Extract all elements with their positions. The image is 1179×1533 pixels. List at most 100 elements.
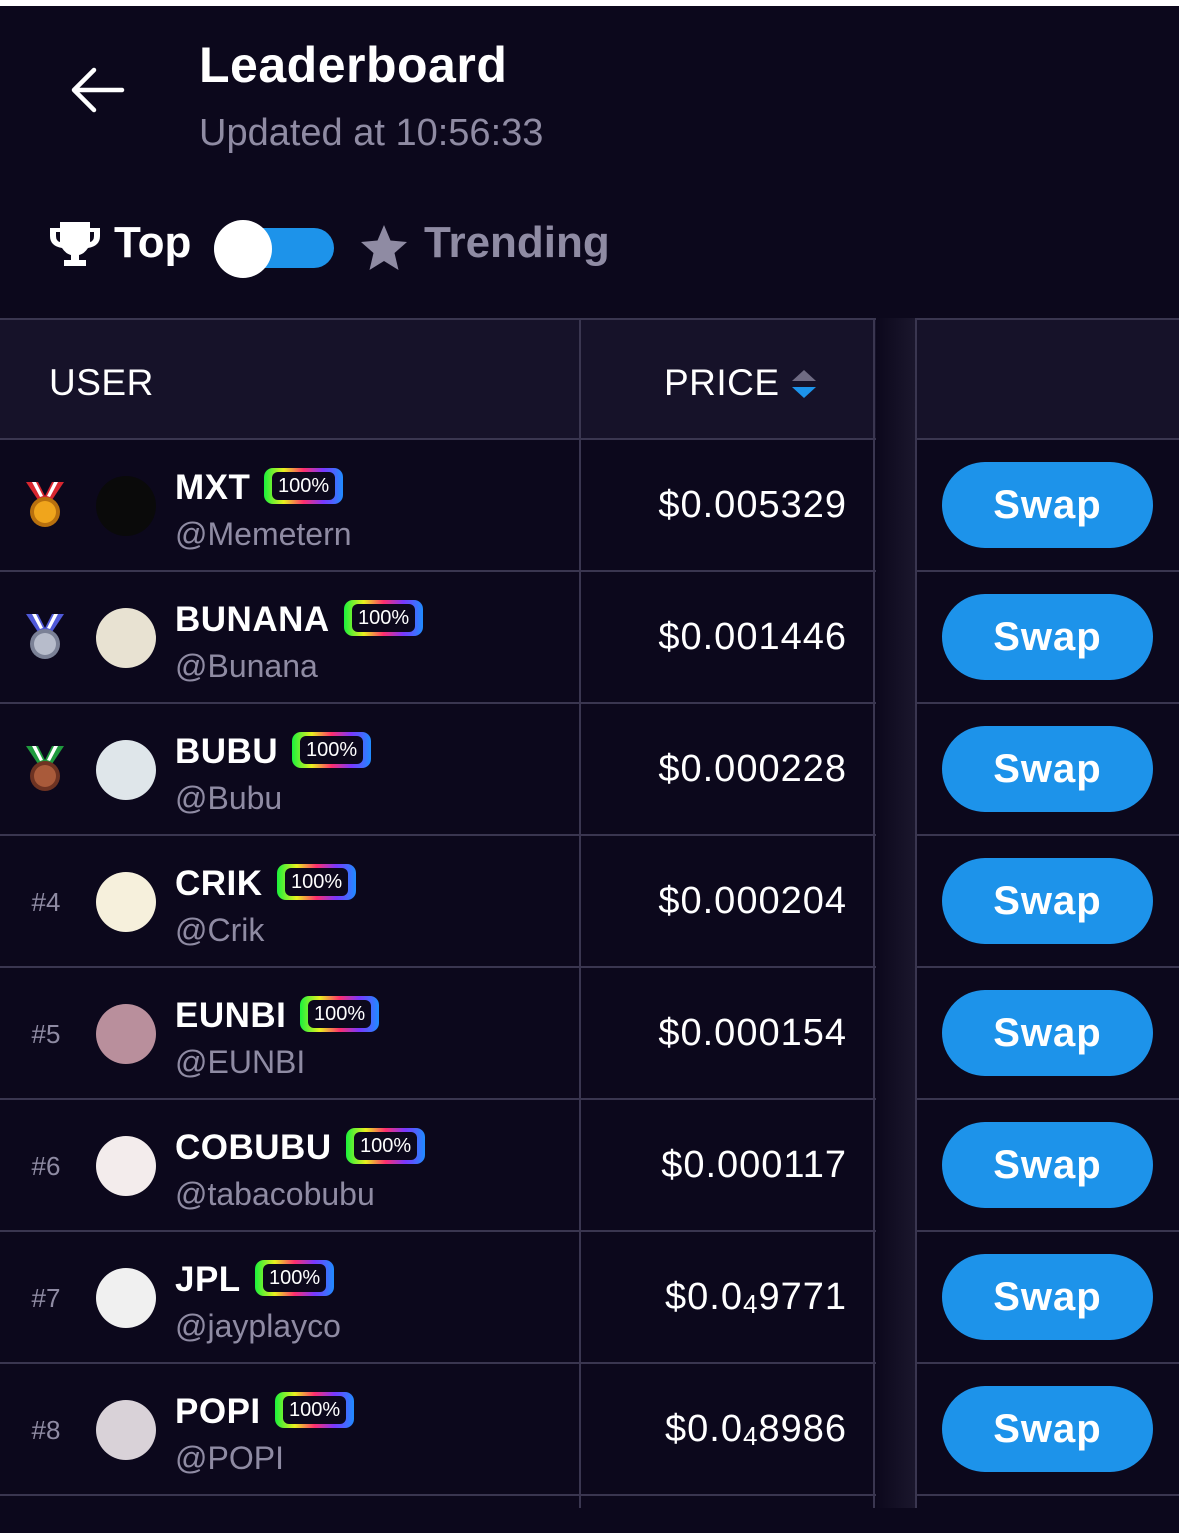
percent-badge: 100% bbox=[292, 732, 372, 768]
price-prefix: $0.0 bbox=[665, 1408, 743, 1450]
token-name[interactable]: BUNANA bbox=[175, 600, 330, 640]
swap-button[interactable]: Swap bbox=[942, 990, 1153, 1076]
user-avatar[interactable] bbox=[96, 608, 156, 668]
swap-button[interactable]: Swap bbox=[942, 726, 1153, 812]
percent-badge: 100% bbox=[300, 996, 380, 1032]
price-value: $0.000204 bbox=[658, 880, 847, 922]
top-label[interactable]: Top bbox=[114, 218, 191, 268]
swap-button[interactable]: Swap bbox=[942, 1122, 1153, 1208]
user-avatar[interactable] bbox=[96, 872, 156, 932]
column-header-user: USER bbox=[49, 362, 154, 403]
table-row[interactable]: BUBU 100% @Bubu $0.000228 Swap bbox=[0, 704, 1179, 836]
token-price: $0.000154 bbox=[658, 1012, 847, 1055]
back-button[interactable] bbox=[66, 58, 130, 122]
arrow-left-icon bbox=[71, 67, 125, 113]
percent-badge: 100% bbox=[264, 468, 344, 504]
price-value: $0.000117 bbox=[661, 1144, 847, 1186]
column-divider bbox=[873, 318, 875, 1508]
percent-badge-text: 100% bbox=[308, 1000, 372, 1028]
switch-knob bbox=[214, 220, 272, 278]
token-price: $0.000228 bbox=[658, 748, 847, 791]
page-title: Leaderboard bbox=[199, 37, 508, 93]
user-avatar[interactable] bbox=[96, 740, 156, 800]
token-price: $0.001446 bbox=[658, 616, 847, 659]
percent-badge: 100% bbox=[277, 864, 357, 900]
token-price: $0.000117 bbox=[661, 1144, 847, 1187]
user-handle[interactable]: @POPI bbox=[175, 1440, 284, 1477]
price-digits: 9771 bbox=[758, 1276, 847, 1318]
table-row[interactable]: #8 POPI 100% @POPI $0.048986 Swap bbox=[0, 1364, 1179, 1496]
gold-medal-icon bbox=[26, 482, 64, 527]
user-handle[interactable]: @tabacobubu bbox=[175, 1176, 375, 1213]
user-handle[interactable]: @Bunana bbox=[175, 648, 318, 685]
swap-button[interactable]: Swap bbox=[942, 462, 1153, 548]
rank-label: #7 bbox=[31, 1283, 61, 1313]
table-row[interactable]: MXT 100% @Memetern $0.005329 Swap bbox=[0, 440, 1179, 572]
table-row[interactable]: BUNANA 100% @Bunana $0.001446 Swap bbox=[0, 572, 1179, 704]
user-avatar[interactable] bbox=[96, 1400, 156, 1460]
price-zero-count: 4 bbox=[742, 1421, 759, 1451]
top-trending-toggle: Top Trending bbox=[48, 214, 688, 278]
trending-label[interactable]: Trending bbox=[424, 218, 610, 268]
percent-badge-text: 100% bbox=[352, 604, 416, 632]
user-avatar[interactable] bbox=[96, 1268, 156, 1328]
user-handle[interactable]: @Memetern bbox=[175, 516, 352, 553]
table-row[interactable]: #6 COBUBU 100% @tabacobubu $0.000117 Swa… bbox=[0, 1100, 1179, 1232]
table-row[interactable]: #5 EUNBI 100% @EUNBI $0.000154 Swap bbox=[0, 968, 1179, 1100]
percent-badge-text: 100% bbox=[272, 472, 336, 500]
user-avatar[interactable] bbox=[96, 1004, 156, 1064]
percent-badge-text: 100% bbox=[300, 736, 364, 764]
token-price: $0.049771 bbox=[665, 1276, 847, 1320]
user-avatar[interactable] bbox=[96, 1136, 156, 1196]
rank-label: #8 bbox=[31, 1415, 61, 1445]
swap-button[interactable]: Swap bbox=[942, 594, 1153, 680]
silver-medal-icon bbox=[26, 614, 64, 659]
column-divider bbox=[579, 318, 581, 1508]
price-digits: 8986 bbox=[758, 1408, 847, 1450]
price-value: $0.000228 bbox=[658, 748, 847, 790]
user-handle[interactable]: @EUNBI bbox=[175, 1044, 305, 1081]
user-handle[interactable]: @Bubu bbox=[175, 780, 282, 817]
percent-badge: 100% bbox=[344, 600, 424, 636]
token-name[interactable]: COBUBU bbox=[175, 1128, 332, 1168]
token-name[interactable]: POPI bbox=[175, 1392, 261, 1432]
token-price: $0.000204 bbox=[658, 880, 847, 923]
percent-badge: 100% bbox=[275, 1392, 355, 1428]
percent-badge-text: 100% bbox=[354, 1132, 418, 1160]
mode-switch[interactable] bbox=[214, 220, 334, 278]
star-icon bbox=[361, 225, 407, 270]
token-price: $0.048986 bbox=[665, 1408, 847, 1452]
token-name[interactable]: BUBU bbox=[175, 732, 278, 772]
swap-button[interactable]: Swap bbox=[942, 1254, 1153, 1340]
rank-label: #5 bbox=[31, 1019, 61, 1049]
table-header: USER PRICE bbox=[0, 318, 1179, 440]
percent-badge-text: 100% bbox=[285, 868, 349, 896]
user-avatar[interactable] bbox=[96, 476, 156, 536]
table-row[interactable]: #4 CRIK 100% @Crik $0.000204 Swap bbox=[0, 836, 1179, 968]
price-prefix: $0.0 bbox=[665, 1276, 743, 1318]
percent-badge: 100% bbox=[255, 1260, 335, 1296]
sort-icon[interactable] bbox=[790, 366, 818, 402]
percent-badge-text: 100% bbox=[263, 1264, 327, 1292]
token-name[interactable]: CRIK bbox=[175, 864, 263, 904]
swap-button[interactable]: Swap bbox=[942, 1386, 1153, 1472]
token-name[interactable]: JPL bbox=[175, 1260, 241, 1300]
table-row[interactable]: #7 JPL 100% @jayplayco $0.049771 Swap bbox=[0, 1232, 1179, 1364]
column-header-price[interactable]: PRICE bbox=[664, 362, 780, 404]
column-divider bbox=[915, 318, 917, 1508]
percent-badge-text: 100% bbox=[283, 1396, 347, 1424]
user-handle[interactable]: @jayplayco bbox=[175, 1308, 341, 1345]
price-value: $0.000154 bbox=[658, 1012, 847, 1054]
trophy-icon bbox=[50, 222, 100, 266]
leaderboard-screen: Leaderboard Updated at 10:56:33 Top Tren… bbox=[0, 6, 1179, 1533]
price-value: $0.001446 bbox=[658, 616, 847, 658]
token-price: $0.005329 bbox=[658, 484, 847, 527]
price-zero-count: 4 bbox=[742, 1289, 759, 1319]
rank-label: #4 bbox=[31, 887, 61, 917]
percent-badge: 100% bbox=[346, 1128, 426, 1164]
user-handle[interactable]: @Crik bbox=[175, 912, 264, 949]
updated-timestamp: Updated at 10:56:33 bbox=[199, 112, 544, 154]
token-name[interactable]: MXT bbox=[175, 468, 250, 508]
token-name[interactable]: EUNBI bbox=[175, 996, 286, 1036]
swap-button[interactable]: Swap bbox=[942, 858, 1153, 944]
